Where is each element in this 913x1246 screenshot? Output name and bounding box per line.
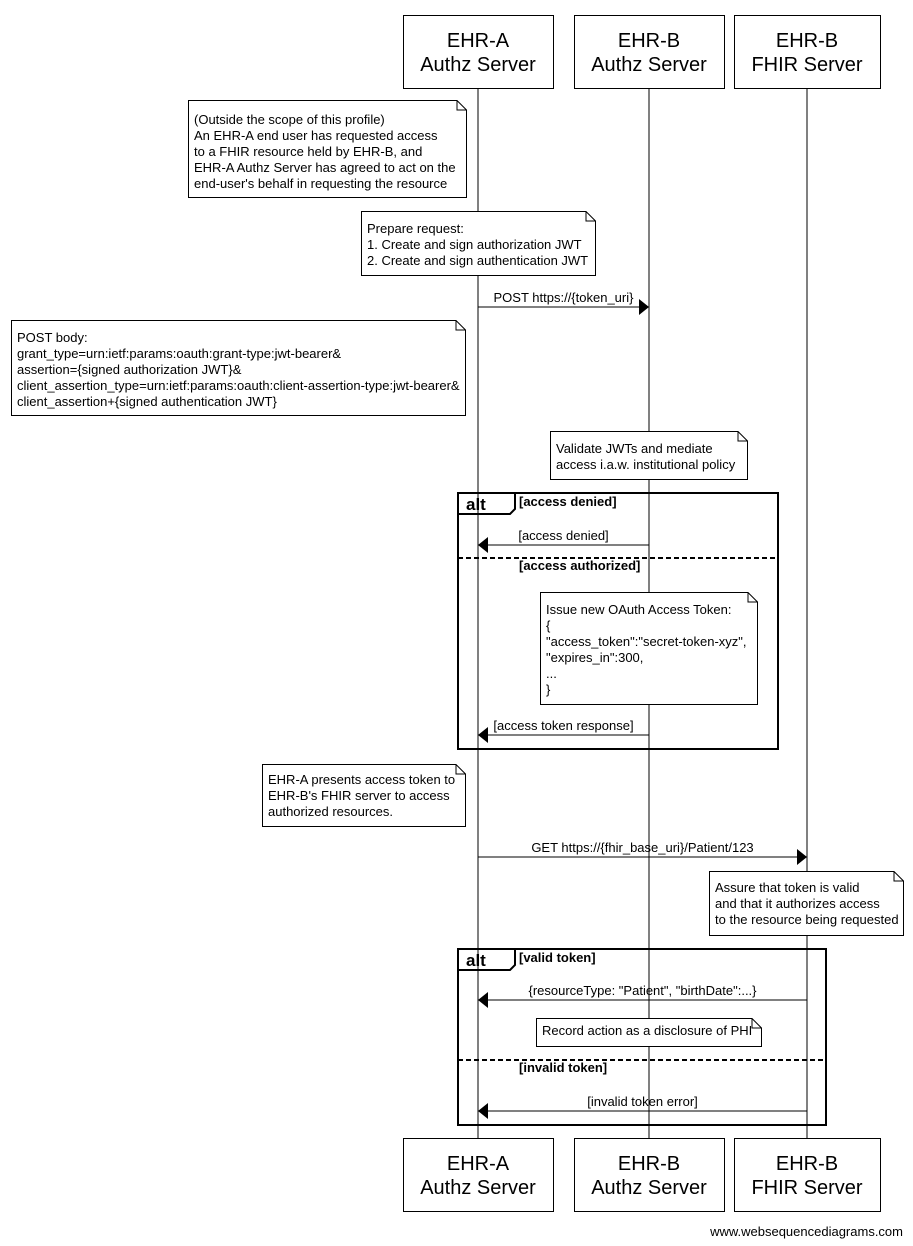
note-line: access i.a.w. institutional policy xyxy=(556,457,736,472)
participant-role: Authz Server xyxy=(420,54,536,76)
note-line: client_assertion+{signed authentication … xyxy=(17,394,277,409)
participant-box xyxy=(403,15,554,89)
note-line: (Outside the scope of this profile) xyxy=(194,112,385,127)
participant-ehr-b-authz-bottom: EHR-BAuthz Server xyxy=(574,1138,725,1212)
arrowhead-icon xyxy=(797,849,807,865)
participant-box xyxy=(734,15,881,89)
note-line: 1. Create and sign authorization JWT xyxy=(367,237,582,252)
note: POST body:grant_type=urn:ietf:params:oau… xyxy=(11,320,466,416)
message-label: [invalid token error] xyxy=(587,1094,698,1109)
participant-ehr-a-authz-bottom: EHR-AAuthz Server xyxy=(403,1138,554,1212)
note-line: Validate JWTs and mediate xyxy=(556,441,713,456)
participant-role: Authz Server xyxy=(591,1177,707,1199)
message-label: GET https://{fhir_base_uri}/Patient/123 xyxy=(531,840,753,855)
note-line: authorized resources. xyxy=(268,804,393,819)
note-line: grant_type=urn:ietf:params:oauth:grant-t… xyxy=(17,346,341,361)
note-line: { xyxy=(546,618,551,633)
note-line: assertion={signed authorization JWT}& xyxy=(17,362,242,377)
note: EHR-A presents access token toEHR-B's FH… xyxy=(262,764,466,827)
message-arrow: GET https://{fhir_base_uri}/Patient/123 xyxy=(478,840,807,865)
note-line: "expires_in":300, xyxy=(546,650,643,665)
note-line: Issue new OAuth Access Token: xyxy=(546,602,731,617)
note-line: POST body: xyxy=(17,330,88,345)
participant-box xyxy=(734,1138,881,1212)
arrowhead-icon xyxy=(639,299,649,315)
note: Prepare request:1. Create and sign autho… xyxy=(361,211,596,276)
alt-guard: [access denied] xyxy=(519,494,617,509)
participant-box xyxy=(574,15,725,89)
message-label: {resourceType: "Patient", "birthDate":..… xyxy=(528,983,757,998)
note: Record action as a disclosure of PHI xyxy=(536,1018,762,1047)
note-line: 2. Create and sign authentication JWT xyxy=(367,253,588,268)
note: Assure that token is validand that it au… xyxy=(709,871,904,936)
participant-role: FHIR Server xyxy=(751,1177,862,1199)
note: Validate JWTs and mediateaccess i.a.w. i… xyxy=(550,431,748,480)
note-line: An EHR-A end user has requested access xyxy=(194,128,438,143)
message-label: POST https://{token_uri} xyxy=(494,290,635,305)
participant-role: FHIR Server xyxy=(751,54,862,76)
participant-role: Authz Server xyxy=(420,1177,536,1199)
message-arrow: [access token response] xyxy=(478,718,649,743)
arrowhead-icon xyxy=(478,1103,488,1119)
participant-name: EHR-B xyxy=(618,30,680,52)
message-arrow: [invalid token error] xyxy=(478,1094,807,1119)
note-line: to the resource being requested xyxy=(715,912,899,927)
message-arrow: POST https://{token_uri} xyxy=(478,290,649,315)
note-line: end-user's behalf in requesting the reso… xyxy=(194,176,447,191)
participant-name: EHR-A xyxy=(447,30,510,52)
note-line: Prepare request: xyxy=(367,221,464,236)
arrowhead-icon xyxy=(478,992,488,1008)
alt-guard: [valid token] xyxy=(519,950,596,965)
note-line: EHR-A Authz Server has agreed to act on … xyxy=(194,160,456,175)
participant-name: EHR-B xyxy=(776,30,838,52)
arrowhead-icon xyxy=(478,727,488,743)
note-line: EHR-A presents access token to xyxy=(268,772,455,787)
participant-role: Authz Server xyxy=(591,54,707,76)
alt-keyword: alt xyxy=(466,951,486,970)
participant-name: EHR-B xyxy=(776,1153,838,1175)
note: (Outside the scope of this profile)An EH… xyxy=(188,100,467,198)
alt-keyword: alt xyxy=(466,495,486,514)
participant-name: EHR-A xyxy=(447,1153,510,1175)
alt-guard: [access authorized] xyxy=(519,558,640,573)
message-arrow: [access denied] xyxy=(478,528,649,553)
message-label: [access denied] xyxy=(518,528,608,543)
participant-ehr-a-authz-top: EHR-AAuthz Server xyxy=(403,15,554,89)
note: Issue new OAuth Access Token:{"access_to… xyxy=(540,592,758,705)
note-line: and that it authorizes access xyxy=(715,896,880,911)
participant-box xyxy=(574,1138,725,1212)
note-line: Record action as a disclosure of PHI xyxy=(542,1023,752,1038)
participant-ehr-b-authz-top: EHR-BAuthz Server xyxy=(574,15,725,89)
participant-name: EHR-B xyxy=(618,1153,680,1175)
note-line: to a FHIR resource held by EHR-B, and xyxy=(194,144,422,159)
note-line: } xyxy=(546,682,551,697)
note-line: client_assertion_type=urn:ietf:params:oa… xyxy=(17,378,460,393)
note-line: ... xyxy=(546,666,557,681)
arrowhead-icon xyxy=(478,537,488,553)
footer-watermark: www.websequencediagrams.com xyxy=(709,1224,903,1239)
note-line: EHR-B's FHIR server to access xyxy=(268,788,450,803)
note-line: "access_token":"secret-token-xyz", xyxy=(546,634,747,649)
alt-guard: [invalid token] xyxy=(519,1060,607,1075)
note-line: Assure that token is valid xyxy=(715,880,860,895)
participant-box xyxy=(403,1138,554,1212)
sequence-diagram: EHR-AAuthz ServerEHR-BAuthz ServerEHR-BF… xyxy=(11,15,904,1239)
message-arrow: {resourceType: "Patient", "birthDate":..… xyxy=(478,983,807,1008)
participant-ehr-b-fhir-bottom: EHR-BFHIR Server xyxy=(734,1138,881,1212)
participant-ehr-b-fhir-top: EHR-BFHIR Server xyxy=(734,15,881,89)
message-label: [access token response] xyxy=(493,718,633,733)
